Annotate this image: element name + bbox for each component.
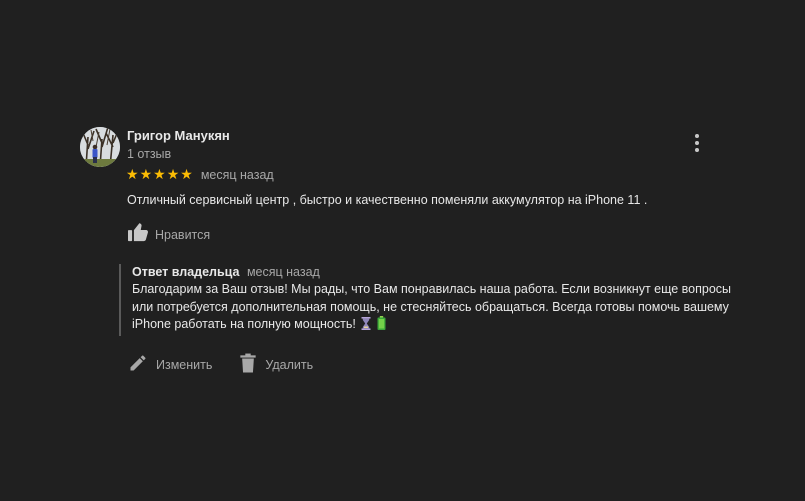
- rating-row: ★ ★ ★ ★ ★ месяц назад: [126, 168, 274, 182]
- review-date: месяц назад: [200, 168, 274, 182]
- star-icon: ★: [166, 167, 180, 183]
- owner-reply-text-block: Благодарим за Ваш отзыв! Мы рады, что Ва…: [132, 281, 732, 336]
- trash-icon: [239, 353, 257, 376]
- star-icon: ★: [139, 167, 153, 183]
- review-page: Григор Манукян 1 отзыв ★ ★ ★ ★ ★ месяц н…: [0, 0, 805, 501]
- delete-button[interactable]: Удалить: [239, 353, 313, 376]
- battery-icon: [377, 316, 386, 336]
- delete-label: Удалить: [265, 357, 314, 372]
- star-icon: ★: [153, 167, 166, 183]
- like-label: Нравится: [155, 227, 211, 242]
- owner-reply-text: Благодарим за Ваш отзыв! Мы рады, что Ва…: [132, 282, 732, 331]
- review-count: 1 отзыв: [127, 147, 172, 161]
- star-icon: ★: [126, 167, 139, 183]
- review-text: Отличный сервисный центр , быстро и каче…: [127, 193, 648, 207]
- star-icon: ★: [180, 167, 193, 183]
- author-name[interactable]: Григор Манукян: [127, 128, 230, 143]
- owner-reply-title: Ответ владельца: [132, 265, 240, 279]
- edit-button[interactable]: Изменить: [128, 353, 212, 376]
- pencil-icon: [128, 353, 148, 376]
- thumb-up-icon: [127, 222, 149, 247]
- like-button[interactable]: Нравится: [127, 222, 210, 247]
- review-actions: Изменить Удалить: [128, 353, 313, 376]
- owner-reply-header: Ответ владельца месяц назад: [132, 264, 732, 281]
- star-rating: ★ ★ ★ ★ ★: [126, 168, 193, 182]
- avatar[interactable]: [80, 127, 120, 167]
- hourglass-icon: [361, 317, 371, 336]
- edit-label: Изменить: [156, 357, 213, 372]
- owner-reply-date: месяц назад: [246, 265, 320, 279]
- more-vert-icon[interactable]: [686, 131, 708, 155]
- owner-reply: Ответ владельца месяц назад Благодарим з…: [119, 264, 732, 336]
